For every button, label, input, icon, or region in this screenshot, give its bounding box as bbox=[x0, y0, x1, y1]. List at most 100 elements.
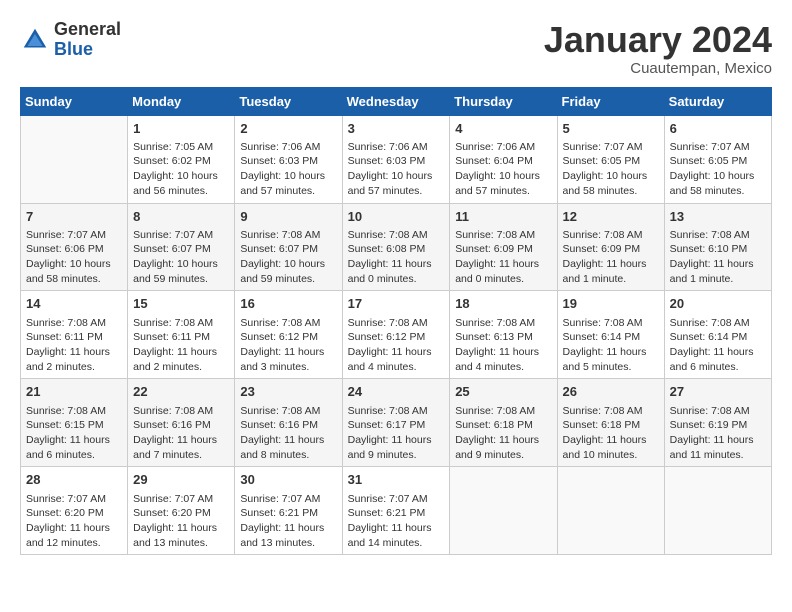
day-info: and 59 minutes. bbox=[240, 272, 336, 287]
day-number: 12 bbox=[563, 208, 659, 226]
calendar-cell: 7 Sunrise: 7:07 AMSunset: 6:06 PMDaylight… bbox=[21, 203, 128, 291]
calendar-cell: 19 Sunrise: 7:08 AMSunset: 6:14 PMDayligh… bbox=[557, 291, 664, 379]
weekday-header-row: SundayMondayTuesdayWednesdayThursdayFrid… bbox=[21, 87, 772, 115]
day-number: 3 bbox=[348, 120, 445, 138]
day-info: Daylight: 11 hours bbox=[133, 345, 229, 360]
calendar-cell: 26Sunrise: 7:08 AMSunset: 6:18 PMDayligh… bbox=[557, 379, 664, 467]
day-info: Sunset: 6:06 PM bbox=[26, 242, 122, 257]
day-number: 11 bbox=[455, 208, 551, 226]
title-block: January 2024 Cuautempan, Mexico bbox=[544, 20, 772, 77]
day-info: Sunset: 6:12 PM bbox=[240, 330, 336, 345]
calendar-cell: 2Sunrise: 7:06 AMSunset: 6:03 PMDaylight… bbox=[235, 115, 342, 203]
logo-general: General bbox=[54, 19, 121, 39]
calendar-cell: 30Sunrise: 7:07 AMSunset: 6:21 PMDayligh… bbox=[235, 467, 342, 555]
calendar-cell: 16Sunrise: 7:08 AMSunset: 6:12 PMDayligh… bbox=[235, 291, 342, 379]
day-info: Sunset: 6:14 PM bbox=[563, 330, 659, 345]
day-info: and 6 minutes. bbox=[26, 448, 122, 463]
day-number: 17 bbox=[348, 295, 445, 313]
calendar-cell: 6Sunrise: 7:07 AMSunset: 6:05 PMDaylight… bbox=[664, 115, 771, 203]
day-number: 21 bbox=[26, 383, 122, 401]
calendar-cell: 28Sunrise: 7:07 AMSunset: 6:20 PMDayligh… bbox=[21, 467, 128, 555]
day-number: 30 bbox=[240, 471, 336, 489]
day-number: 5 bbox=[563, 120, 659, 138]
calendar-cell: 3Sunrise: 7:06 AMSunset: 6:03 PMDaylight… bbox=[342, 115, 450, 203]
day-info: Sunset: 6:16 PM bbox=[240, 418, 336, 433]
weekday-header: Saturday bbox=[664, 87, 771, 115]
day-number: 10 bbox=[348, 208, 445, 226]
day-info: Sunrise: 7:07 AM bbox=[348, 492, 445, 507]
day-info: and 58 minutes. bbox=[670, 184, 766, 199]
day-info: Sunset: 6:12 PM bbox=[348, 330, 445, 345]
day-info: and 2 minutes. bbox=[26, 360, 122, 375]
day-info: Daylight: 11 hours bbox=[563, 345, 659, 360]
calendar-cell bbox=[450, 467, 557, 555]
day-number: 29 bbox=[133, 471, 229, 489]
day-info: Sunset: 6:11 PM bbox=[133, 330, 229, 345]
day-info: Daylight: 10 hours bbox=[26, 257, 122, 272]
day-info: Sunrise: 7:08 AM bbox=[455, 228, 551, 243]
day-info: Daylight: 10 hours bbox=[670, 169, 766, 184]
day-info: Sunrise: 7:08 AM bbox=[240, 404, 336, 419]
logo-icon bbox=[20, 25, 50, 55]
day-info: Daylight: 11 hours bbox=[670, 345, 766, 360]
day-info: Sunset: 6:02 PM bbox=[133, 154, 229, 169]
day-number: 22 bbox=[133, 383, 229, 401]
day-number: 27 bbox=[670, 383, 766, 401]
day-info: Daylight: 11 hours bbox=[348, 433, 445, 448]
day-info: Sunrise: 7:08 AM bbox=[348, 316, 445, 331]
calendar-cell: 5Sunrise: 7:07 AMSunset: 6:05 PMDaylight… bbox=[557, 115, 664, 203]
day-info: Daylight: 10 hours bbox=[240, 257, 336, 272]
day-info: and 2 minutes. bbox=[133, 360, 229, 375]
day-info: Sunset: 6:20 PM bbox=[133, 506, 229, 521]
day-info: Sunset: 6:08 PM bbox=[348, 242, 445, 257]
day-info: and 58 minutes. bbox=[26, 272, 122, 287]
day-info: and 1 minute. bbox=[563, 272, 659, 287]
day-info: Sunset: 6:07 PM bbox=[240, 242, 336, 257]
day-info: Sunset: 6:07 PM bbox=[133, 242, 229, 257]
day-info: and 9 minutes. bbox=[455, 448, 551, 463]
day-info: Sunset: 6:16 PM bbox=[133, 418, 229, 433]
day-info: Sunset: 6:10 PM bbox=[670, 242, 766, 257]
weekday-header: Tuesday bbox=[235, 87, 342, 115]
logo-blue: Blue bbox=[54, 39, 93, 59]
day-number: 6 bbox=[670, 120, 766, 138]
day-info: Sunrise: 7:08 AM bbox=[348, 228, 445, 243]
day-number: 19 bbox=[563, 295, 659, 313]
day-info: Sunrise: 7:07 AM bbox=[26, 492, 122, 507]
calendar-cell: 29Sunrise: 7:07 AMSunset: 6:20 PMDayligh… bbox=[128, 467, 235, 555]
day-info: Daylight: 11 hours bbox=[455, 345, 551, 360]
day-number: 2 bbox=[240, 120, 336, 138]
calendar-cell: 21Sunrise: 7:08 AMSunset: 6:15 PMDayligh… bbox=[21, 379, 128, 467]
calendar-week-row: 7Sunrise: 7:07 AMSunset: 6:06 PMDaylight… bbox=[21, 203, 772, 291]
day-info: Sunset: 6:05 PM bbox=[670, 154, 766, 169]
day-info: Daylight: 11 hours bbox=[240, 433, 336, 448]
calendar-cell: 1Sunrise: 7:05 AMSunset: 6:02 PMDaylight… bbox=[128, 115, 235, 203]
day-info: Sunrise: 7:07 AM bbox=[26, 228, 122, 243]
day-info: Sunrise: 7:08 AM bbox=[455, 404, 551, 419]
calendar-cell bbox=[557, 467, 664, 555]
day-info: Sunrise: 7:08 AM bbox=[563, 316, 659, 331]
day-number: 25 bbox=[455, 383, 551, 401]
day-info: Sunset: 6:04 PM bbox=[455, 154, 551, 169]
day-number: 14 bbox=[26, 295, 122, 313]
day-info: Sunrise: 7:08 AM bbox=[563, 404, 659, 419]
calendar-table: SundayMondayTuesdayWednesdayThursdayFrid… bbox=[20, 87, 772, 556]
day-info: Sunset: 6:20 PM bbox=[26, 506, 122, 521]
calendar-cell bbox=[664, 467, 771, 555]
calendar-week-row: 21Sunrise: 7:08 AMSunset: 6:15 PMDayligh… bbox=[21, 379, 772, 467]
day-info: Sunrise: 7:08 AM bbox=[455, 316, 551, 331]
day-info: Daylight: 11 hours bbox=[26, 433, 122, 448]
day-info: Daylight: 11 hours bbox=[133, 433, 229, 448]
calendar-week-row: 28Sunrise: 7:07 AMSunset: 6:20 PMDayligh… bbox=[21, 467, 772, 555]
day-info: and 13 minutes. bbox=[133, 536, 229, 551]
day-info: Sunset: 6:09 PM bbox=[455, 242, 551, 257]
day-info: Sunrise: 7:08 AM bbox=[670, 404, 766, 419]
calendar-cell: 23Sunrise: 7:08 AMSunset: 6:16 PMDayligh… bbox=[235, 379, 342, 467]
day-info: and 0 minutes. bbox=[455, 272, 551, 287]
day-info: Sunset: 6:11 PM bbox=[26, 330, 122, 345]
day-number: 7 bbox=[26, 208, 122, 226]
day-number: 20 bbox=[670, 295, 766, 313]
day-info: Sunrise: 7:08 AM bbox=[133, 316, 229, 331]
day-info: Sunrise: 7:07 AM bbox=[240, 492, 336, 507]
calendar-cell: 20Sunrise: 7:08 AMSunset: 6:14 PMDayligh… bbox=[664, 291, 771, 379]
